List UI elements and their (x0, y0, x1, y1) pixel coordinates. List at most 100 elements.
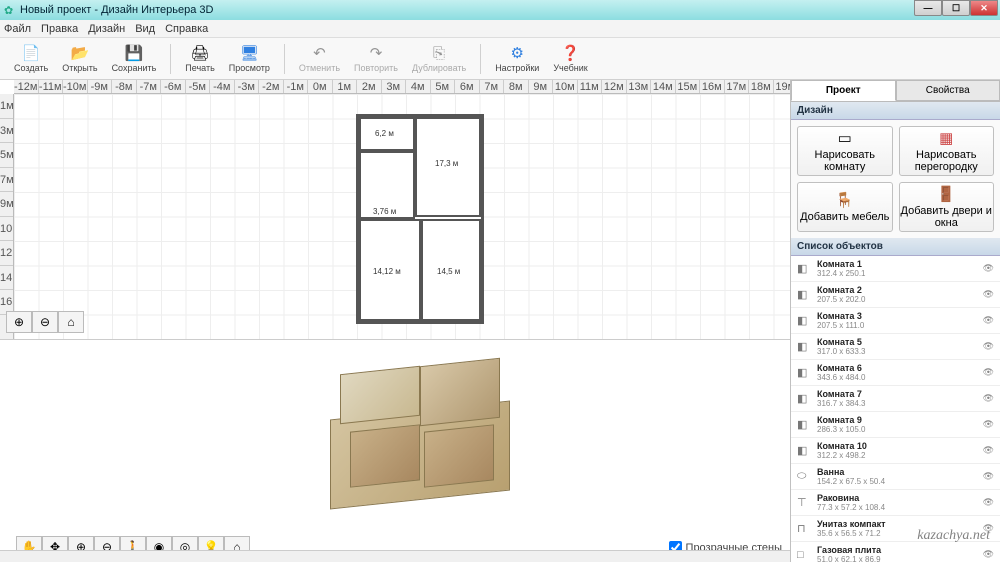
object-list-item[interactable]: ⬭Ванна154.2 x 67.5 x 50.4👁 (791, 464, 1000, 490)
ruler-tick: 3м (0, 119, 13, 144)
object-dimensions: 316.7 x 384.3 (817, 399, 977, 408)
room-icon: ▭ (838, 129, 852, 147)
scrollbar-h[interactable] (0, 550, 790, 562)
object-list-item[interactable]: ⊤Раковина77.3 x 57.2 x 108.4👁 (791, 490, 1000, 516)
object-dimensions: 51.0 x 62.1 x 86.9 (817, 555, 977, 562)
ruler-tick: 14м (651, 80, 676, 93)
add-doors-button[interactable]: 🚪Добавить двери и окна (899, 182, 995, 232)
menu-file[interactable]: Файл (4, 23, 31, 35)
save-button[interactable]: 💾Сохранить (106, 40, 163, 78)
menubar: Файл Правка Дизайн Вид Справка (0, 20, 1000, 38)
tutorial-button[interactable]: ❓Учебник (547, 40, 593, 78)
object-dimensions: 154.2 x 67.5 x 50.4 (817, 477, 977, 486)
visibility-icon[interactable]: 👁 (983, 289, 994, 300)
file-new-icon: 📄 (22, 44, 40, 62)
ruler-tick: 0м (308, 80, 333, 93)
menu-help[interactable]: Справка (165, 23, 208, 35)
print-button[interactable]: 🖨Печать (179, 40, 220, 78)
object-list-item[interactable]: ◧Комната 2207.5 x 202.0👁 (791, 282, 1000, 308)
visibility-icon[interactable]: 👁 (983, 445, 994, 456)
visibility-icon[interactable]: 👁 (983, 393, 994, 404)
room-4[interactable]: 14,12 м (359, 219, 421, 321)
visibility-icon[interactable]: 👁 (983, 263, 994, 274)
tab-properties[interactable]: Свойства (896, 80, 1000, 101)
object-list-item[interactable]: ◧Комната 1312.4 x 250.1👁 (791, 256, 1000, 282)
object-list[interactable]: ◧Комната 1312.4 x 250.1👁◧Комната 2207.5 … (791, 256, 1000, 562)
ruler-tick: 15м (676, 80, 701, 93)
settings-button[interactable]: ⚙Настройки (489, 40, 545, 78)
redo-icon: ↷ (367, 44, 385, 62)
visibility-icon[interactable]: 👁 (983, 315, 994, 326)
undo-icon: ↶ (310, 44, 328, 62)
close-button[interactable]: ✕ (970, 0, 998, 16)
object-dimensions: 343.6 x 484.0 (817, 373, 977, 382)
duplicate-icon: ⎘ (430, 44, 448, 62)
visibility-icon[interactable]: 👁 (983, 523, 994, 534)
visibility-icon[interactable]: 👁 (983, 367, 994, 378)
object-type-icon: ◧ (797, 418, 811, 431)
visibility-icon[interactable]: 👁 (983, 341, 994, 352)
object-name: Комната 7 (817, 389, 977, 399)
zoom-out-button[interactable]: ⊖ (32, 311, 58, 333)
object-list-item[interactable]: □Газовая плита51.0 x 62.1 x 86.9👁 (791, 542, 1000, 562)
room-1[interactable]: 6,2 м (359, 117, 415, 151)
tab-project[interactable]: Проект (791, 80, 896, 101)
undo-button[interactable]: ↶Отменить (293, 40, 346, 78)
object-name: Комната 9 (817, 415, 977, 425)
model-3d[interactable] (320, 350, 520, 510)
preview-button[interactable]: 🖥Просмотр (223, 40, 276, 78)
titlebar: ✿ Новый проект - Дизайн Интерьера 3D — ☐… (0, 0, 1000, 20)
floorplan-2d[interactable]: 6,2 м 17,3 м 3,76 м 14,12 м 14,5 м (356, 114, 484, 324)
home-view-button[interactable]: ⌂ (58, 311, 84, 333)
visibility-icon[interactable]: 👁 (983, 471, 994, 482)
menu-view[interactable]: Вид (135, 23, 155, 35)
toolbar: 📄Создать 📂Открыть 💾Сохранить 🖨Печать 🖥Пр… (0, 38, 1000, 80)
menu-design[interactable]: Дизайн (88, 23, 125, 35)
ruler-tick: 10м (553, 80, 578, 93)
open-button[interactable]: 📂Открыть (56, 40, 103, 78)
object-dimensions: 35.6 x 56.5 x 71.2 (817, 529, 977, 538)
view-2d[interactable]: -12м-11м-10м-9м-8м-7м-6м-5м-4м-3м-2м-1м0… (0, 80, 790, 340)
room-3[interactable]: 3,76 м (359, 151, 415, 219)
ruler-tick: -11м (39, 80, 64, 93)
object-list-item[interactable]: ◧Комната 3207.5 x 111.0👁 (791, 308, 1000, 334)
ruler-tick: -9м (88, 80, 113, 93)
object-list-item[interactable]: ◧Комната 6343.6 x 484.0👁 (791, 360, 1000, 386)
ruler-tick: 16м (700, 80, 725, 93)
object-list-item[interactable]: ◧Комната 10312.2 x 498.2👁 (791, 438, 1000, 464)
monitor-icon: 🖥 (240, 44, 258, 62)
object-list-item[interactable]: ◧Комната 5317.0 x 633.3👁 (791, 334, 1000, 360)
view-3d[interactable]: ✋ ✥ ⊕ ⊖ 🚶 ◉ ◎ 💡 ⌂ Прозрачные стены (0, 340, 790, 562)
duplicate-button[interactable]: ⎘Дублировать (406, 40, 472, 78)
visibility-icon[interactable]: 👁 (983, 549, 994, 560)
create-button[interactable]: 📄Создать (8, 40, 54, 78)
object-dimensions: 317.0 x 633.3 (817, 347, 977, 356)
object-type-icon: ◧ (797, 288, 811, 301)
visibility-icon[interactable]: 👁 (983, 497, 994, 508)
ruler-tick: 5м (431, 80, 456, 93)
add-furniture-button[interactable]: 🪑Добавить мебель (797, 182, 893, 232)
object-list-item[interactable]: ◧Комната 7316.7 x 384.3👁 (791, 386, 1000, 412)
object-list-item[interactable]: ⊓Унитаз компакт35.6 x 56.5 x 71.2👁 (791, 516, 1000, 542)
room-2[interactable]: 17,3 м (415, 117, 481, 217)
visibility-icon[interactable]: 👁 (983, 419, 994, 430)
room-5[interactable]: 14,5 м (421, 219, 481, 321)
folder-open-icon: 📂 (71, 44, 89, 62)
object-list-item[interactable]: ◧Комната 9286.3 x 105.0👁 (791, 412, 1000, 438)
maximize-button[interactable]: ☐ (942, 0, 970, 16)
section-design-header: Дизайн (791, 102, 1000, 120)
redo-button[interactable]: ↷Повторить (348, 40, 404, 78)
side-tabs: Проект Свойства (791, 80, 1000, 102)
menu-edit[interactable]: Правка (41, 23, 78, 35)
object-type-icon: ◧ (797, 444, 811, 457)
ruler-tick: -4м (210, 80, 235, 93)
object-type-icon: ◧ (797, 262, 811, 275)
object-type-icon: ◧ (797, 366, 811, 379)
minimize-button[interactable]: — (914, 0, 942, 16)
draw-room-button[interactable]: ▭Нарисовать комнату (797, 126, 893, 176)
help-icon: ❓ (562, 44, 580, 62)
zoom-in-button[interactable]: ⊕ (6, 311, 32, 333)
ruler-tick: 19м (774, 80, 791, 93)
draw-partition-button[interactable]: ▦Нарисовать перегородку (899, 126, 995, 176)
ruler-tick: -2м (259, 80, 284, 93)
